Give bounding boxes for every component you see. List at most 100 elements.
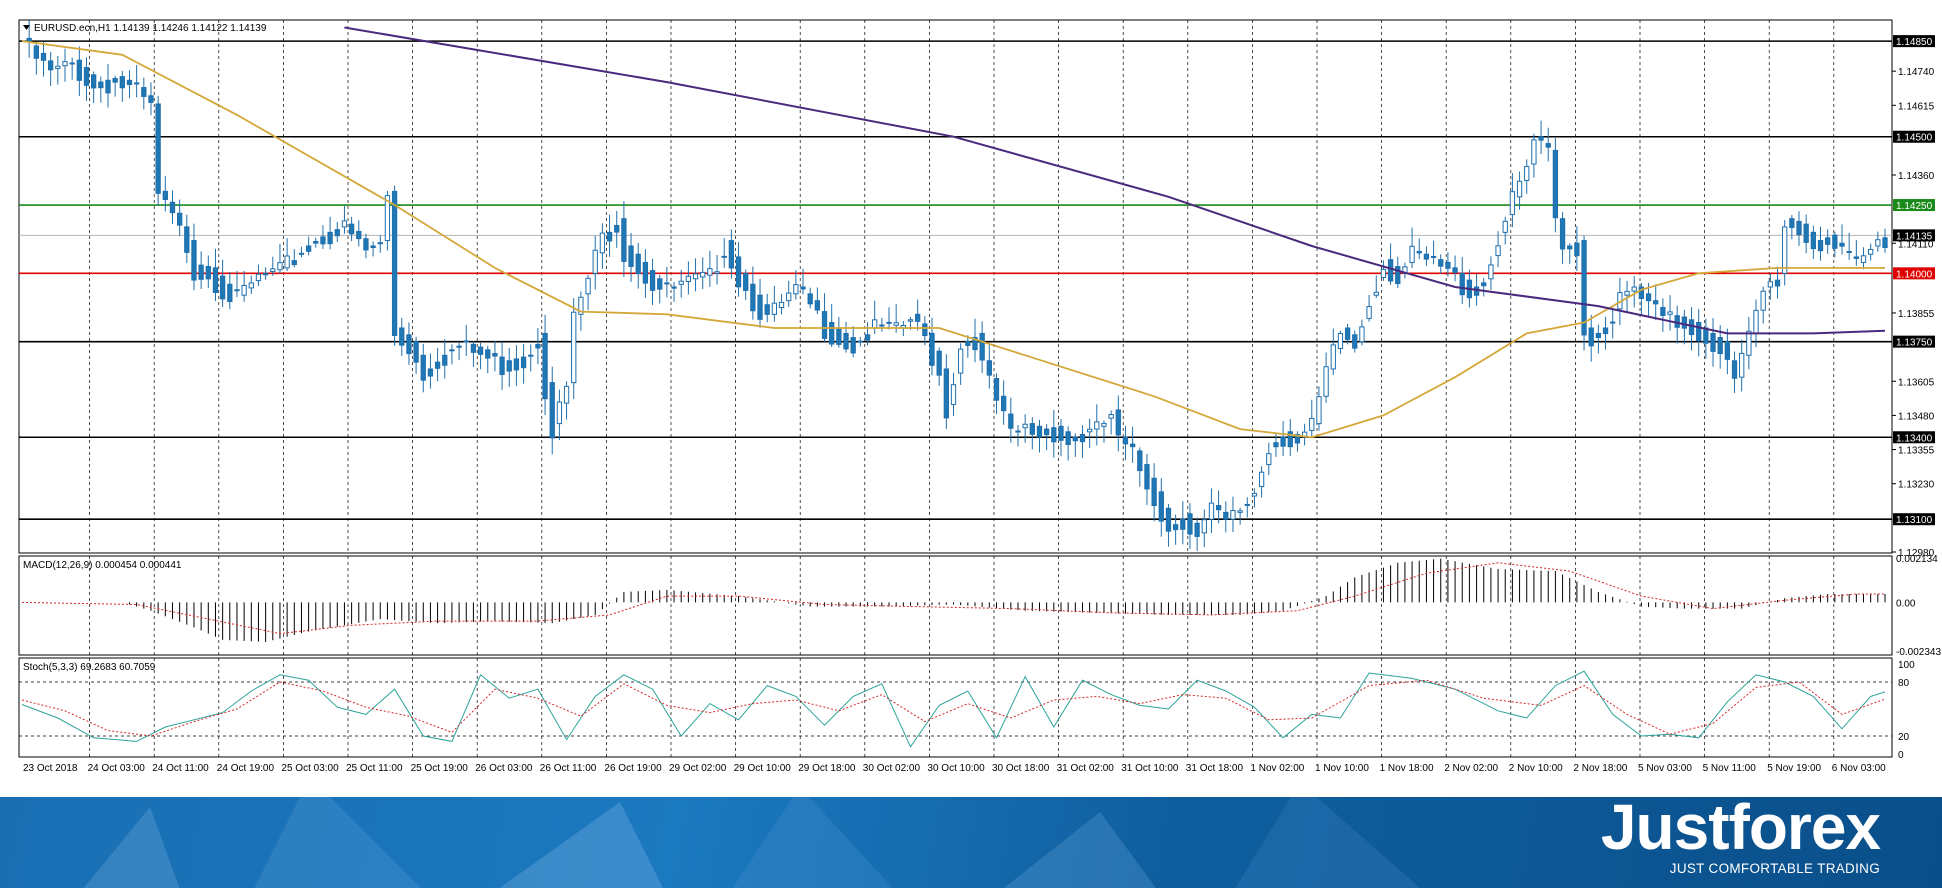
chart-canvas[interactable]: 0.0021340.00-0.002343 10080200 1.148501.…	[0, 0, 1942, 797]
stoch-panel[interactable]	[18, 657, 1893, 758]
candle-body	[241, 284, 247, 296]
candle-body	[1201, 519, 1207, 534]
candle-body	[1817, 240, 1824, 252]
stoch-tick-label: 0	[1898, 750, 1904, 761]
candle-body	[148, 95, 154, 103]
candle-body	[1516, 180, 1523, 198]
candle-body	[793, 284, 799, 295]
candle-body	[1860, 255, 1867, 263]
macd-panel[interactable]	[18, 555, 1893, 656]
candle-body	[1051, 427, 1057, 443]
candle-body	[1187, 513, 1193, 535]
candle-body	[1151, 477, 1157, 507]
candle-body	[1588, 327, 1594, 347]
candle-body	[1266, 453, 1272, 466]
candle-body	[714, 271, 720, 274]
candle-body	[1882, 237, 1888, 248]
candle-body	[1567, 245, 1573, 250]
candle-body	[1065, 431, 1071, 446]
candle-body	[1545, 143, 1551, 148]
candle-body	[191, 240, 197, 281]
candle-body	[1215, 505, 1222, 511]
y-tick-label: 1.13855	[1898, 309, 1935, 320]
candle-body	[606, 231, 613, 242]
candle-body	[685, 275, 692, 283]
price-panel[interactable]	[18, 19, 1893, 554]
candle-body	[313, 240, 319, 244]
candle-body	[929, 332, 935, 366]
y-tick-label: 1.14110	[1898, 239, 1934, 250]
candle-body	[800, 286, 806, 290]
candle-body	[176, 212, 183, 226]
price-level-value: 1.14000	[1896, 269, 1933, 280]
candle-body	[76, 59, 82, 81]
candle-body	[98, 81, 104, 89]
y-tick-label: 1.13605	[1898, 377, 1935, 388]
candle-body	[169, 201, 176, 214]
candle-body	[635, 253, 641, 275]
candle-body	[1008, 413, 1014, 429]
candle-body	[707, 268, 713, 276]
x-tick-label: 5 Nov 03:00	[1638, 763, 1692, 774]
candle-body	[262, 272, 269, 276]
candle-body	[1058, 425, 1064, 441]
candle-body	[334, 229, 340, 237]
candle-body	[1230, 509, 1236, 520]
candle-body	[757, 294, 763, 320]
candle-body	[305, 245, 312, 252]
x-tick-label: 24 Oct 03:00	[88, 763, 146, 774]
candle-body	[958, 348, 964, 374]
y-tick-label: 1.14615	[1898, 101, 1935, 112]
x-tick-label: 2 Nov 18:00	[1573, 763, 1627, 774]
candle-body	[571, 311, 577, 384]
candle-body	[1122, 436, 1129, 445]
candle-body	[950, 384, 957, 405]
x-tick-label: 30 Oct 02:00	[863, 763, 921, 774]
candle-body	[671, 286, 677, 289]
x-tick-label: 2 Nov 10:00	[1509, 763, 1563, 774]
candle-body	[1667, 311, 1673, 315]
price-axis: 1.148501.145001.142501.141351.140001.137…	[1892, 35, 1935, 559]
candle-body	[1194, 522, 1200, 537]
candle-body	[829, 322, 835, 345]
candle-body	[1409, 245, 1415, 263]
candle-body	[141, 87, 147, 97]
candle-body	[786, 292, 792, 302]
x-tick-label: 1 Nov 18:00	[1380, 763, 1434, 774]
candle-body	[1739, 352, 1745, 378]
candle-body	[843, 332, 849, 350]
candle-body	[126, 79, 133, 86]
brand-logo[interactable]: Justforex JUST COMFORTABLE TRADING	[1600, 791, 1881, 888]
candle-body	[1796, 220, 1802, 236]
candle-body	[1144, 464, 1150, 490]
x-tick-label: 26 Oct 19:00	[604, 763, 662, 774]
candle-body	[406, 334, 412, 355]
candle-body	[26, 37, 32, 42]
candle-body	[219, 275, 226, 300]
candle-body	[621, 218, 627, 262]
candle-body	[1832, 234, 1838, 249]
candle-body	[614, 225, 620, 233]
candle-body	[1724, 341, 1731, 360]
candle-body	[1731, 360, 1738, 379]
candle-body	[592, 249, 598, 274]
candle-body	[427, 368, 434, 377]
candle-body	[1645, 293, 1652, 302]
x-tick-label: 1 Nov 02:00	[1250, 763, 1304, 774]
candle-body	[1875, 239, 1881, 247]
candle-body	[284, 255, 290, 269]
candle-body	[1839, 242, 1845, 247]
candle-body	[1036, 425, 1043, 438]
candle-body	[528, 354, 534, 357]
candle-body	[1258, 471, 1265, 487]
candle-body	[255, 273, 262, 282]
brand-name: Justforex	[1600, 791, 1881, 863]
candle-body	[356, 230, 362, 240]
candle-body	[943, 368, 949, 419]
x-tick-label: 26 Oct 03:00	[475, 763, 533, 774]
candle-body	[1344, 327, 1351, 340]
stoch-tick-label: 80	[1898, 678, 1910, 689]
x-tick-label: 5 Nov 11:00	[1703, 763, 1757, 774]
candle-body	[1452, 267, 1458, 273]
y-tick-label: 1.14740	[1898, 67, 1935, 78]
